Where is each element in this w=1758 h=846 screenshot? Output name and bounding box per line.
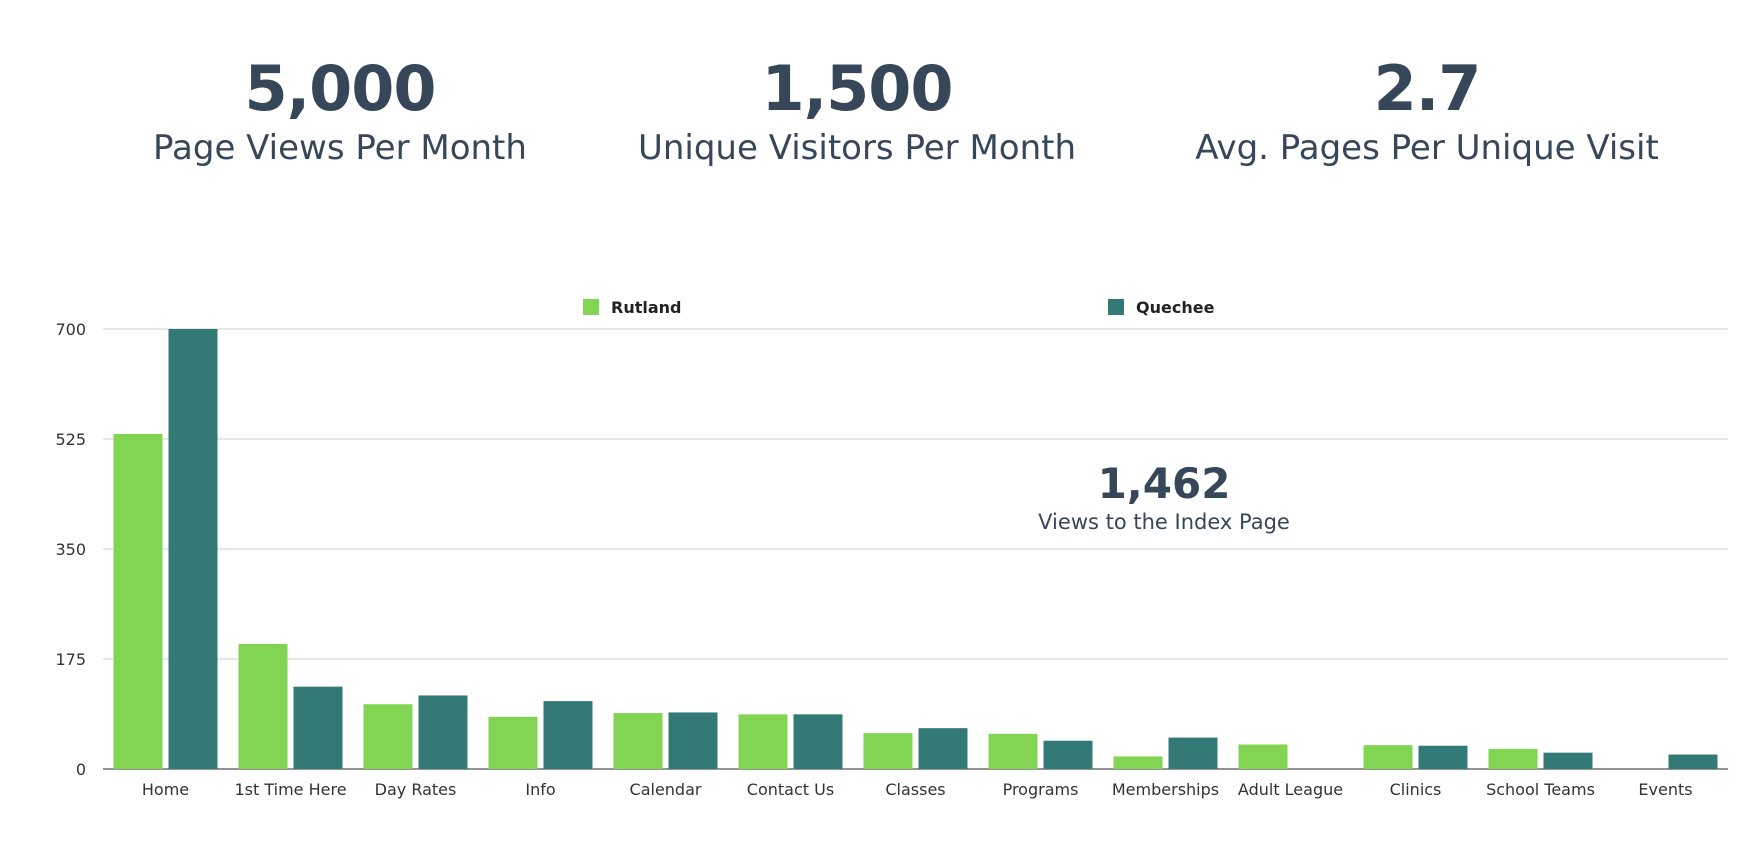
x-tick-label: Day Rates xyxy=(375,780,457,799)
bar-rutland-day-rates xyxy=(363,704,413,769)
bar-rutland-info xyxy=(488,716,538,769)
x-tick-label: Calendar xyxy=(630,780,702,799)
annotation-label: Views to the Index Page xyxy=(1038,510,1290,534)
y-tick-label: 525 xyxy=(55,430,86,449)
x-tick-label: Home xyxy=(142,780,189,799)
bar-rutland-contact-us xyxy=(738,714,788,769)
bar-rutland-calendar xyxy=(613,713,663,769)
annotation-value: 1,462 xyxy=(1098,459,1231,508)
bar-quechee-school-teams xyxy=(1543,752,1593,769)
bar-rutland-home xyxy=(113,433,163,769)
bar-quechee-day-rates xyxy=(418,695,468,769)
legend-swatch-rutland xyxy=(583,299,599,315)
bar-chart: 0 175 350 525 700 Home 1st Time Here Day Rates… xyxy=(55,298,1728,799)
bar-quechee-home xyxy=(168,329,218,769)
x-tick-label: Contact Us xyxy=(747,780,834,799)
grid-lines xyxy=(103,328,1728,770)
bar-quechee-events xyxy=(1668,754,1718,769)
legend-label-rutland: Rutland xyxy=(611,298,681,317)
bar-quechee-classes xyxy=(918,728,968,769)
bar-quechee-info xyxy=(543,701,593,769)
bar-quechee-memberships xyxy=(1168,737,1218,769)
bar-quechee-programs xyxy=(1043,740,1093,769)
bar-rutland-adult-league xyxy=(1238,744,1288,769)
legend-swatch-quechee xyxy=(1108,299,1124,315)
bar-rutland-memberships xyxy=(1113,756,1163,769)
x-axis-ticks: Home 1st Time Here Day Rates Info Calendar Co… xyxy=(142,780,1693,799)
y-tick-label: 175 xyxy=(55,650,86,669)
bar-quechee-1st-time-here xyxy=(293,686,343,769)
bar-quechee-calendar xyxy=(668,712,718,769)
x-tick-label: Programs xyxy=(1003,780,1079,799)
y-tick-label: 0 xyxy=(76,760,86,779)
y-tick-label: 700 xyxy=(55,320,86,339)
bar-rutland-programs xyxy=(988,733,1038,769)
bar-rutland-clinics xyxy=(1363,745,1413,769)
legend: Rutland Quechee xyxy=(583,298,1215,317)
x-tick-label: School Teams xyxy=(1486,780,1595,799)
x-tick-label: 1st Time Here xyxy=(234,780,346,799)
bar-rutland-classes xyxy=(863,733,913,769)
bar-quechee-contact-us xyxy=(793,714,843,769)
bar-rutland-1st-time-here xyxy=(238,643,288,769)
y-tick-label: 350 xyxy=(55,540,86,559)
legend-label-quechee: Quechee xyxy=(1136,298,1215,317)
x-tick-label: Events xyxy=(1638,780,1692,799)
x-tick-label: Adult League xyxy=(1238,780,1343,799)
bar-quechee-clinics xyxy=(1418,745,1468,769)
x-tick-label: Clinics xyxy=(1390,780,1442,799)
x-tick-label: Classes xyxy=(885,780,945,799)
bar-rutland-school-teams xyxy=(1488,748,1538,769)
y-axis-ticks: 0 175 350 525 700 xyxy=(55,320,86,779)
x-tick-label: Info xyxy=(525,780,555,799)
x-tick-label: Memberships xyxy=(1112,780,1219,799)
